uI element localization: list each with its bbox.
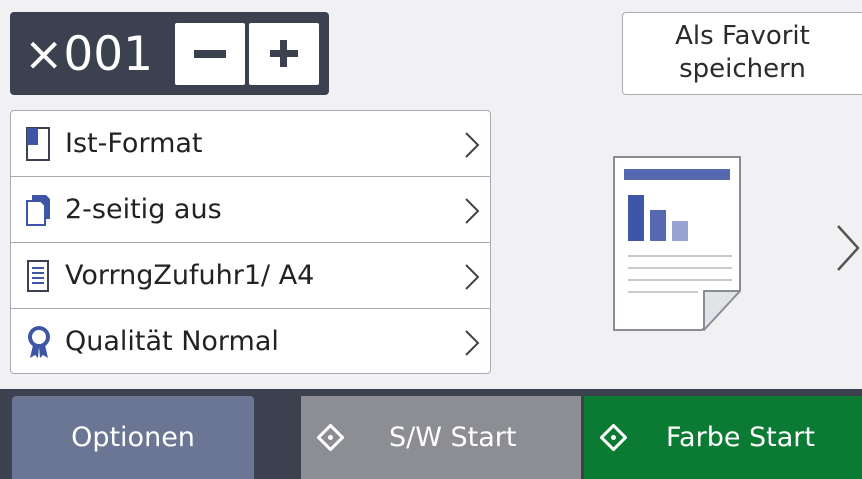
mono-start-button[interactable]: S/W Start (301, 396, 581, 479)
save-favorite-button[interactable]: Als Favorit speichern (622, 12, 862, 95)
minus-icon (194, 50, 226, 58)
setting-label: Qualität Normal (65, 326, 279, 357)
chevron-right-icon (465, 330, 480, 356)
options-label: Optionen (71, 422, 195, 453)
mono-start-label: S/W Start (389, 422, 517, 453)
chevron-right-icon (465, 264, 480, 290)
duplex-icon (26, 195, 50, 226)
color-start-button[interactable]: Farbe Start (584, 396, 862, 479)
chevron-right-icon (465, 132, 480, 158)
chevron-right-icon (465, 198, 480, 224)
start-diamond-icon (600, 424, 627, 451)
decrement-button[interactable] (175, 23, 245, 85)
setting-row-page-size[interactable]: Ist-Format (11, 111, 490, 177)
setting-label: VorrngZufuhr1/ A4 (65, 260, 315, 291)
start-diamond-icon (317, 424, 344, 451)
page-size-icon (26, 127, 50, 161)
setting-label: Ist-Format (65, 128, 203, 159)
setting-label: 2-seitig aus (65, 194, 222, 225)
options-button[interactable]: Optionen (12, 396, 254, 479)
setting-row-quality[interactable]: Qualität Normal (11, 309, 490, 375)
quality-ribbon-icon (28, 326, 50, 358)
next-page-chevron-icon[interactable] (833, 222, 862, 274)
color-start-label: Farbe Start (666, 422, 815, 453)
setting-row-duplex[interactable]: 2-seitig aus (11, 177, 490, 243)
document-preview-icon (613, 156, 741, 331)
increment-button[interactable] (249, 23, 319, 85)
paper-tray-icon (27, 260, 49, 292)
copy-count-value: ×001 (24, 27, 154, 82)
save-favorite-label: Als Favorit speichern (675, 20, 810, 84)
copy-count-panel: ×001 (10, 12, 329, 95)
setting-row-paper-tray[interactable]: VorrngZufuhr1/ A4 (11, 243, 490, 309)
settings-list: Ist-Format 2-seitig aus VorrngZufuhr1/ A… (10, 110, 491, 374)
